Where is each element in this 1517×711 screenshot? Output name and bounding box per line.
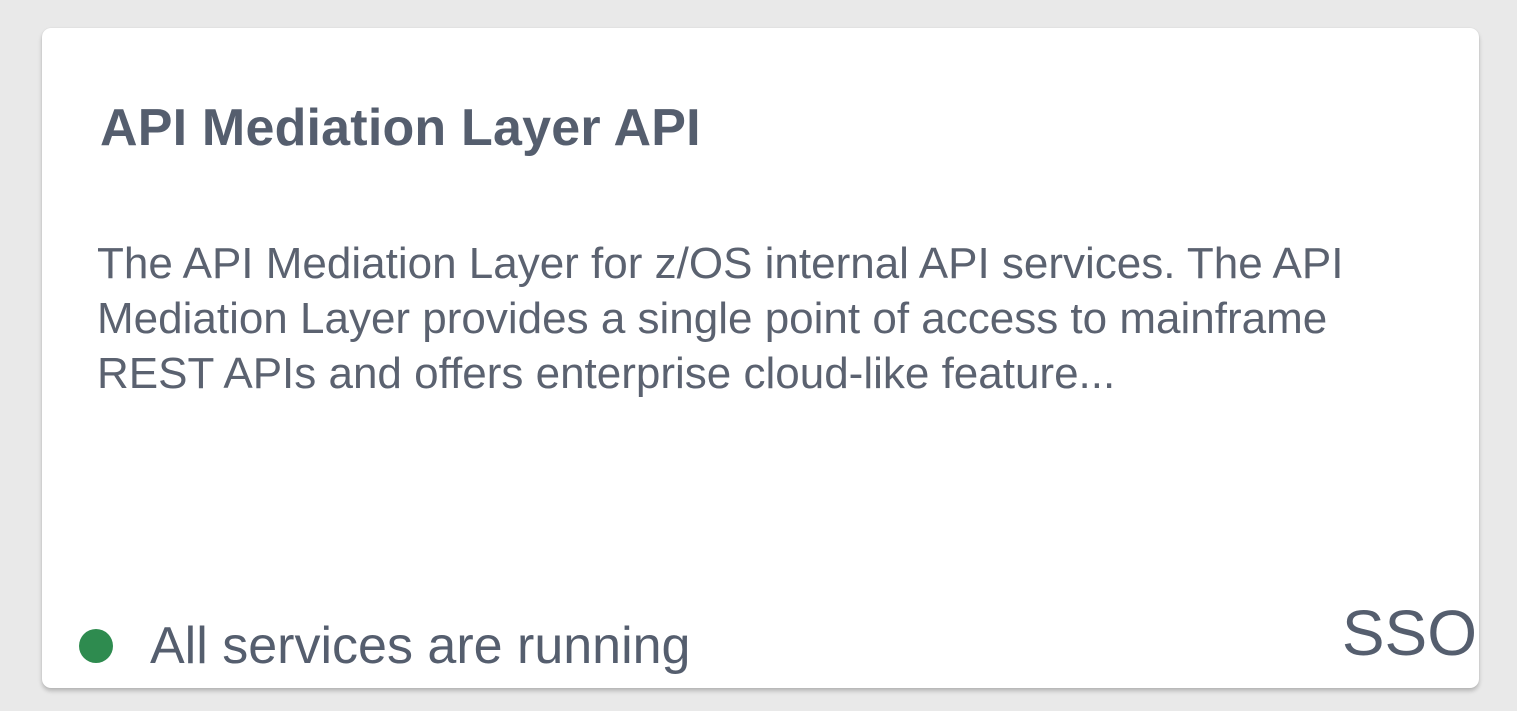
tile-description: The API Mediation Layer for z/OS interna… — [97, 239, 1344, 398]
status-text: All services are running — [150, 617, 691, 675]
status-dot-icon — [79, 629, 113, 663]
tile-title: API Mediation Layer API — [100, 99, 701, 157]
status-indicator: All services are running — [79, 616, 690, 676]
service-tile[interactable]: API Mediation Layer API The API Mediatio… — [42, 28, 1479, 688]
sso-label: SSO — [1341, 597, 1477, 669]
